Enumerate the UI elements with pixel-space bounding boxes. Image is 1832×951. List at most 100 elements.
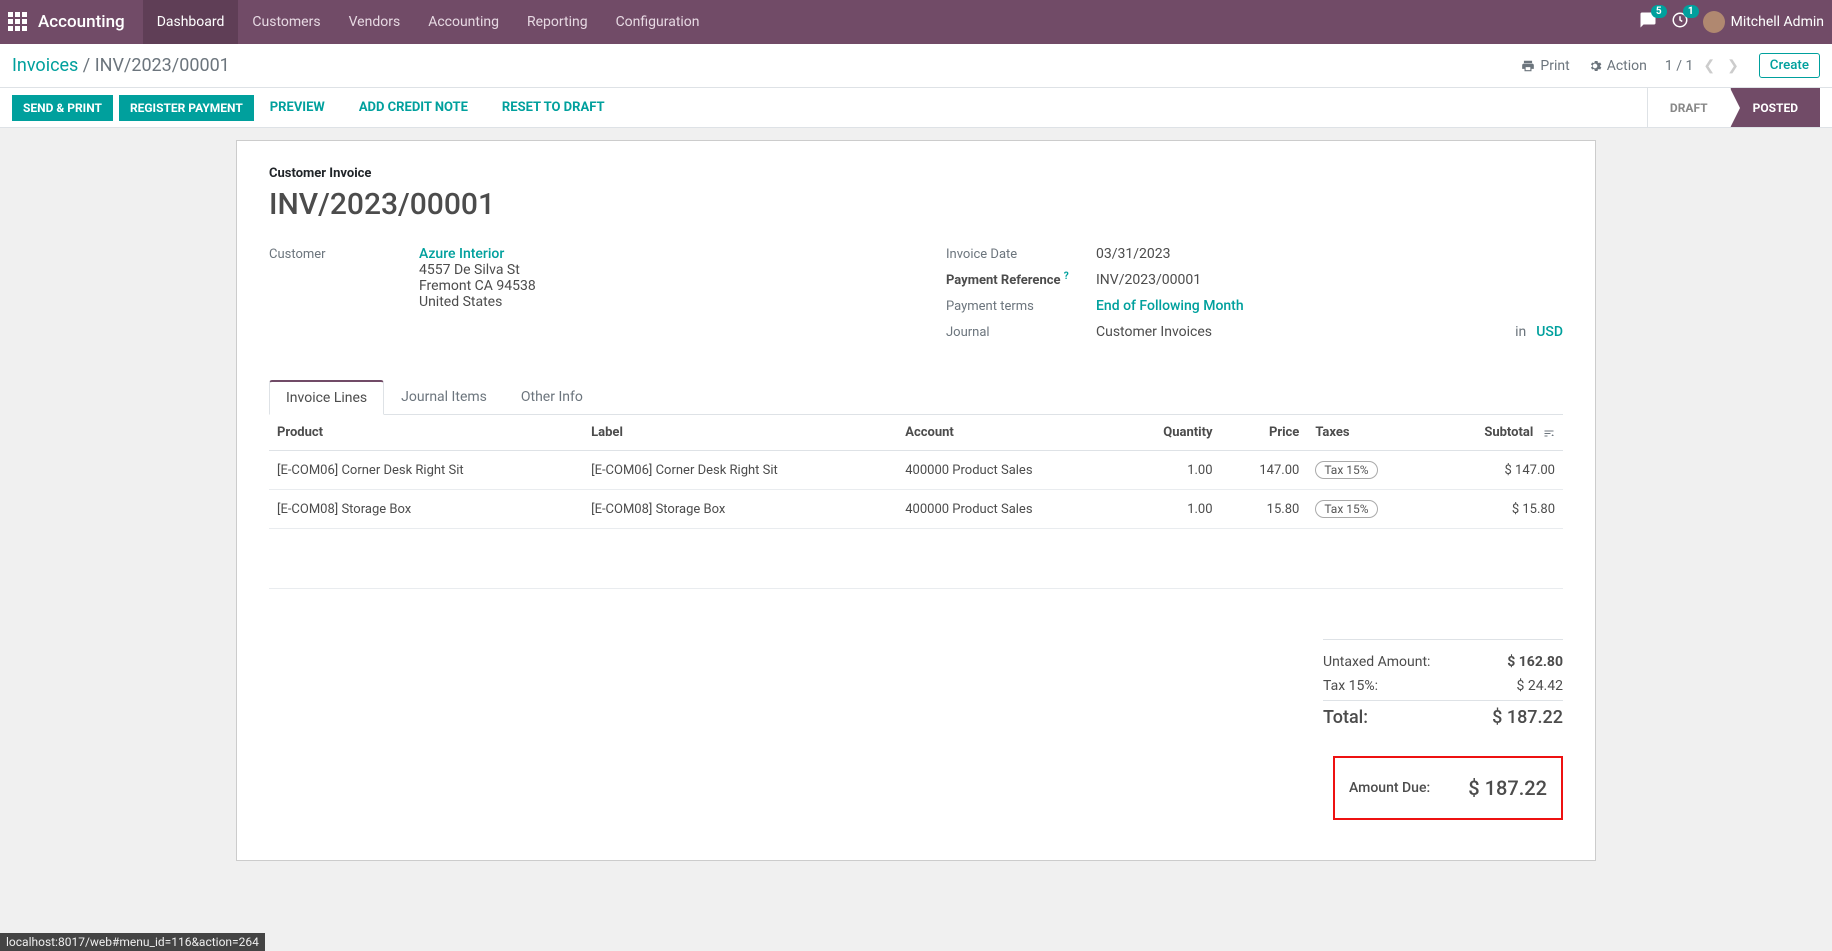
nav-right: 5 1 Mitchell Admin xyxy=(1639,11,1824,33)
print-button[interactable]: Print xyxy=(1521,58,1569,74)
th-price: Price xyxy=(1221,415,1308,451)
cell-subtotal: $ 15.80 xyxy=(1429,490,1563,529)
pager-next[interactable]: ❯ xyxy=(1725,56,1741,76)
nav-menu: Dashboard Customers Vendors Accounting R… xyxy=(143,0,714,44)
table-header-row: Product Label Account Quantity Price Tax… xyxy=(269,415,1563,451)
invoice-date: 03/31/2023 xyxy=(1096,246,1563,262)
cell-price: 15.80 xyxy=(1221,490,1308,529)
cell-subtotal: $ 147.00 xyxy=(1429,451,1563,490)
sheet-container: Customer Invoice INV/2023/00001 Customer… xyxy=(0,128,1832,901)
addr-line-3: United States xyxy=(419,294,502,310)
table-row[interactable]: [E-COM08] Storage Box [E-COM08] Storage … xyxy=(269,490,1563,529)
activities-badge: 1 xyxy=(1683,5,1699,18)
untaxed-value: $ 162.80 xyxy=(1507,654,1563,670)
cell-label: [E-COM06] Corner Desk Right Sit xyxy=(583,451,897,490)
cell-account: 400000 Product Sales xyxy=(897,490,1119,529)
cell-product: [E-COM08] Storage Box xyxy=(269,490,583,529)
preview-button[interactable]: PREVIEW xyxy=(260,95,335,120)
in-label: in xyxy=(1515,324,1526,340)
th-qty: Quantity xyxy=(1119,415,1220,451)
amount-due-value: $ 187.22 xyxy=(1468,776,1547,800)
sheet: Customer Invoice INV/2023/00001 Customer… xyxy=(236,140,1596,861)
th-label: Label xyxy=(583,415,897,451)
columns-settings-icon[interactable] xyxy=(1543,427,1555,439)
pager-value: 1 / 1 xyxy=(1665,58,1693,74)
user-name: Mitchell Admin xyxy=(1731,14,1824,30)
cell-tax: Tax 15% xyxy=(1307,490,1428,529)
cell-product: [E-COM06] Corner Desk Right Sit xyxy=(269,451,583,490)
payterms-label: Payment terms xyxy=(946,299,1096,314)
breadcrumb-current: INV/2023/00001 xyxy=(95,55,230,76)
tab-invoice-lines[interactable]: Invoice Lines xyxy=(269,380,384,415)
total-label: Total: xyxy=(1323,707,1368,728)
create-button[interactable]: Create xyxy=(1759,53,1820,78)
cell-qty: 1.00 xyxy=(1119,490,1220,529)
top-nav: Accounting Dashboard Customers Vendors A… xyxy=(0,0,1832,44)
cell-label: [E-COM08] Storage Box xyxy=(583,490,897,529)
th-taxes: Taxes xyxy=(1307,415,1428,451)
apps-icon[interactable] xyxy=(8,12,28,32)
tax-value: $ 24.42 xyxy=(1516,678,1563,694)
currency-value[interactable]: USD xyxy=(1536,324,1563,340)
messages-badge: 5 xyxy=(1651,5,1667,18)
user-menu[interactable]: Mitchell Admin xyxy=(1703,11,1824,33)
browser-statusline: localhost:8017/web#menu_id=116&action=26… xyxy=(0,933,265,951)
doc-title: INV/2023/00001 xyxy=(269,187,1563,222)
help-icon[interactable]: ? xyxy=(1064,271,1069,282)
col-right: Invoice Date 03/31/2023 Payment Referenc… xyxy=(946,246,1563,350)
cell-qty: 1.00 xyxy=(1119,451,1220,490)
lines-table: Product Label Account Quantity Price Tax… xyxy=(269,415,1563,529)
amount-due-box: Amount Due: $ 187.22 xyxy=(1333,756,1563,820)
payref-value: INV/2023/00001 xyxy=(1096,272,1563,288)
customer-link[interactable]: Azure Interior xyxy=(419,246,504,262)
tabs: Invoice Lines Journal Items Other Info xyxy=(269,380,1563,415)
th-account: Account xyxy=(897,415,1119,451)
reset-draft-button[interactable]: RESET TO DRAFT xyxy=(492,95,615,120)
nav-item-customers[interactable]: Customers xyxy=(238,0,334,44)
nav-item-vendors[interactable]: Vendors xyxy=(335,0,415,44)
nav-item-accounting[interactable]: Accounting xyxy=(414,0,513,44)
brand: Accounting xyxy=(38,12,125,32)
amount-due-label: Amount Due: xyxy=(1349,780,1430,796)
send-print-button[interactable]: SEND & PRINT xyxy=(12,95,113,121)
cell-tax: Tax 15% xyxy=(1307,451,1428,490)
activities-icon[interactable]: 1 xyxy=(1671,11,1689,33)
journal-value: Customer Invoices xyxy=(1096,324,1212,340)
avatar xyxy=(1703,11,1725,33)
cell-account: 400000 Product Sales xyxy=(897,451,1119,490)
th-subtotal: Subtotal xyxy=(1429,415,1563,451)
credit-note-button[interactable]: ADD CREDIT NOTE xyxy=(349,95,478,120)
totals: Untaxed Amount: $ 162.80 Tax 15%: $ 24.4… xyxy=(269,639,1563,732)
addr-line-1: 4557 De Silva St xyxy=(419,262,520,278)
tab-journal-items[interactable]: Journal Items xyxy=(384,380,504,415)
status-draft[interactable]: DRAFT xyxy=(1647,88,1730,127)
total-value: $ 187.22 xyxy=(1492,707,1563,728)
col-left: Customer Azure Interior 4557 De Silva St… xyxy=(269,246,886,350)
tab-other-info[interactable]: Other Info xyxy=(504,380,600,415)
payref-label: Payment Reference ? xyxy=(946,273,1096,288)
tax-label: Tax 15%: xyxy=(1323,678,1378,694)
action-button[interactable]: Action xyxy=(1588,58,1647,74)
doc-type: Customer Invoice xyxy=(269,166,371,181)
nav-item-dashboard[interactable]: Dashboard xyxy=(143,0,239,44)
customer-label: Customer xyxy=(269,247,419,262)
cell-price: 147.00 xyxy=(1221,451,1308,490)
breadcrumb: Invoices / INV/2023/00001 xyxy=(12,55,230,76)
pager-prev[interactable]: ❮ xyxy=(1701,56,1717,76)
invoice-date-label: Invoice Date xyxy=(946,247,1096,262)
status-flow: DRAFT POSTED xyxy=(1647,88,1820,127)
table-row[interactable]: [E-COM06] Corner Desk Right Sit [E-COM06… xyxy=(269,451,1563,490)
addr-line-2: Fremont CA 94538 xyxy=(419,278,536,294)
untaxed-label: Untaxed Amount: xyxy=(1323,654,1430,670)
messages-icon[interactable]: 5 xyxy=(1639,11,1657,33)
control-bar: Invoices / INV/2023/00001 Print Action 1… xyxy=(0,44,1832,88)
status-posted[interactable]: POSTED xyxy=(1730,88,1820,127)
th-product: Product xyxy=(269,415,583,451)
breadcrumb-root[interactable]: Invoices xyxy=(12,55,78,76)
nav-item-configuration[interactable]: Configuration xyxy=(602,0,714,44)
pager: 1 / 1 ❮ ❯ xyxy=(1665,56,1741,76)
nav-item-reporting[interactable]: Reporting xyxy=(513,0,602,44)
register-payment-button[interactable]: REGISTER PAYMENT xyxy=(119,95,254,121)
status-bar: SEND & PRINT REGISTER PAYMENT PREVIEW AD… xyxy=(0,88,1832,128)
payterms-value[interactable]: End of Following Month xyxy=(1096,298,1244,314)
